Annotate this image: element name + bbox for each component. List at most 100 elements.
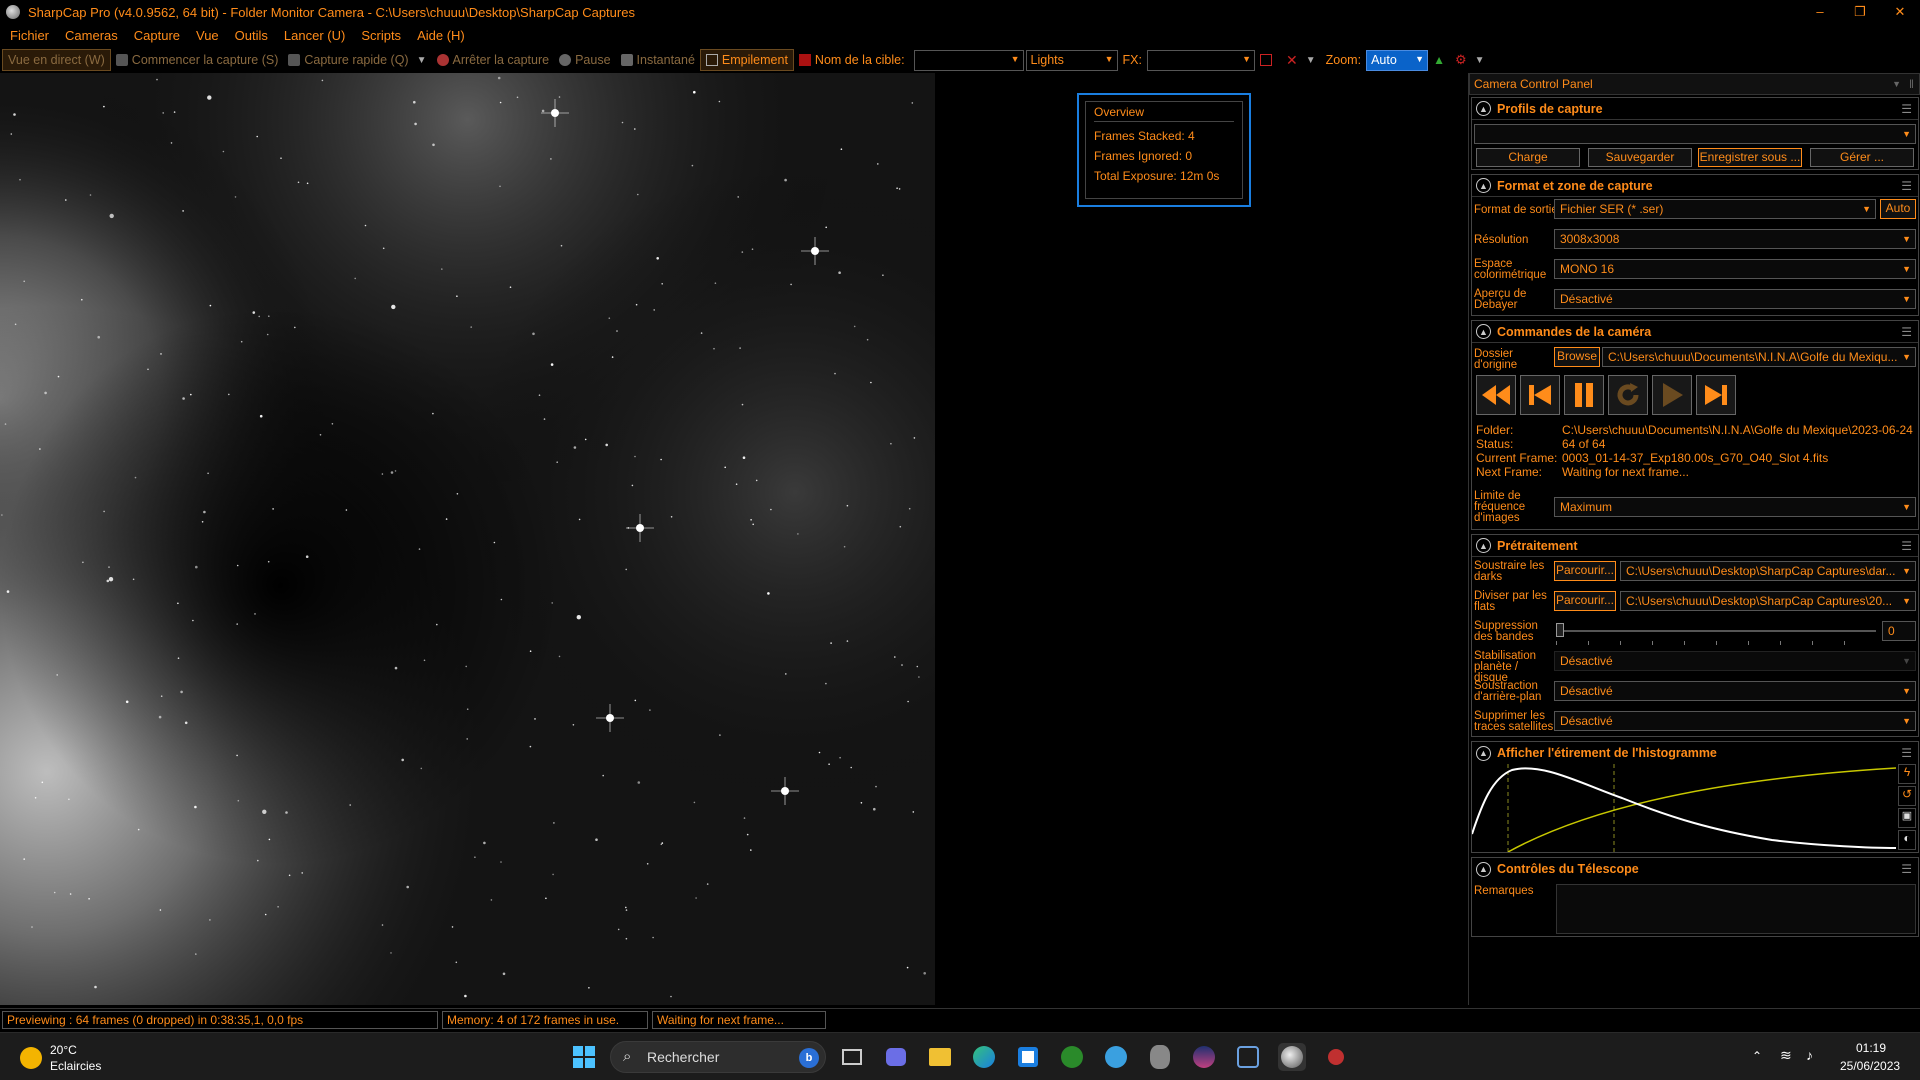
histogram-graph[interactable] [1472,764,1896,852]
chevron-up-icon[interactable]: ▲ [1476,745,1491,761]
pin-icon[interactable]: ‖ [1909,74,1914,94]
clock-date[interactable]: 25/06/2023 [1840,1059,1900,1073]
colorspace-select[interactable]: MONO 16 ▼ [1554,259,1916,279]
reload-button[interactable] [1608,375,1648,415]
teams-chat-icon[interactable] [882,1043,910,1071]
histogram-header[interactable]: ▲ Afficher l'étirement de l'histogramme … [1472,742,1918,764]
load-profile-button[interactable]: Charge [1476,148,1580,167]
chevron-up-icon[interactable]: ▲ [1476,861,1491,877]
preprocessing-header[interactable]: ▲ Prétraitement ☰ [1472,535,1918,557]
live-view-button[interactable]: Vue en direct (W) [2,49,111,71]
format-header[interactable]: ▲ Format et zone de capture ☰ [1472,175,1918,197]
stellarium-icon[interactable] [1190,1043,1218,1071]
chevron-down-icon[interactable]: ▼ [1892,74,1901,94]
banding-slider-thumb[interactable] [1556,623,1564,637]
menu-scripts[interactable]: Scripts [353,28,409,43]
menu-lancer[interactable]: Lancer (U) [276,28,353,43]
menu-capture[interactable]: Capture [126,28,188,43]
source-folder-select[interactable]: C:\Users\chuuu\Documents\N.I.N.A\Golfe d… [1602,347,1916,367]
banding-slider[interactable] [1556,623,1876,647]
chevron-down-icon[interactable]: ▼ [1306,55,1316,66]
reset-icon[interactable]: ↺ [1898,786,1916,806]
wifi-icon[interactable]: ≋ [1780,1047,1792,1064]
windows-start-icon[interactable] [570,1043,598,1071]
contrast-icon[interactable]: ◐ [1898,830,1916,850]
resolution-select[interactable]: 3008x3008 ▼ [1554,229,1916,249]
tray-overflow-icon[interactable]: ⌃ [1752,1049,1762,1063]
framerate-limit-select[interactable]: Maximum ▼ [1554,497,1916,517]
chevron-up-icon[interactable]: ▲ [1476,538,1491,553]
sharpcap-taskbar-icon[interactable] [1278,1043,1306,1071]
fx-select[interactable]: ▼ [1147,49,1255,71]
task-view-icon[interactable] [838,1043,866,1071]
crosshair-button[interactable]: ✕ ▼ [1281,49,1321,71]
clock-time[interactable]: 01:19 [1856,1041,1886,1055]
nina-icon[interactable] [1234,1043,1262,1071]
manage-profiles-button[interactable]: Gérer ... [1810,148,1914,167]
frame-type-select[interactable]: Lights ▼ [1025,49,1118,71]
minimize-button[interactable]: – [1800,0,1840,24]
chevron-up-icon[interactable]: ▲ [1476,178,1491,193]
hamburger-menu-icon[interactable]: ☰ [1901,179,1912,193]
menu-outils[interactable]: Outils [227,28,276,43]
menu-fichier[interactable]: Fichier [2,28,57,43]
pause-button[interactable]: Pause [554,49,615,71]
bing-icon[interactable]: b [799,1048,819,1068]
background-subtraction-select[interactable]: Désactivé ▼ [1554,681,1916,701]
image-preview[interactable] [0,73,935,1005]
start-capture-button[interactable]: Commencer la capture (S) [111,49,284,71]
lightning-icon[interactable]: ϟ [1898,764,1916,784]
taskbar-search[interactable]: ⌕ Rechercher b [610,1041,826,1073]
chevron-up-icon[interactable]: ▲ [1476,324,1491,339]
stabilisation-select[interactable]: Désactivé ▼ [1554,651,1916,671]
stop-capture-button[interactable]: Arrêter la capture [432,49,555,71]
phd2-icon[interactable] [1146,1043,1174,1071]
close-button[interactable]: ✕ [1880,0,1920,24]
microsoft-store-icon[interactable] [1014,1043,1042,1071]
auto-format-button[interactable]: Auto [1880,199,1916,219]
browse-folder-button[interactable]: Browse [1554,347,1600,367]
banding-value-input[interactable]: 0 [1882,621,1916,641]
stacking-button[interactable]: Empilement [699,49,794,71]
flats-path-select[interactable]: C:\Users\chuuu\Desktop\SharpCap Captures… [1620,591,1916,611]
chevron-down-icon[interactable]: ▼ [417,55,427,66]
output-format-select[interactable]: Fichier SER (* .ser) ▼ [1554,199,1876,219]
target-name-combo[interactable]: ▼ [913,49,1024,71]
menu-aide[interactable]: Aide (H) [409,28,473,43]
hamburger-menu-icon[interactable]: ☰ [1901,862,1912,876]
darks-path-select[interactable]: C:\Users\chuuu\Desktop\SharpCap Captures… [1620,561,1916,581]
zoom-select[interactable]: Auto ▼ [1366,49,1429,71]
chevron-up-icon[interactable]: ▲ [1476,101,1491,116]
green-app-icon[interactable] [1058,1043,1086,1071]
menu-cameras[interactable]: Cameras [57,28,126,43]
previous-frame-button[interactable] [1520,375,1560,415]
save-icon[interactable]: ▣ [1898,808,1916,828]
hamburger-menu-icon[interactable]: ☰ [1901,746,1912,760]
telescope-header[interactable]: ▲ Contrôles du Télescope ☰ [1472,858,1918,880]
weather-widget[interactable]: 20°C Eclaircies [18,1041,138,1075]
red-app-icon[interactable] [1322,1043,1350,1071]
save-as-profile-button[interactable]: Enregistrer sous ... [1698,148,1802,167]
restore-button[interactable]: ❐ [1840,0,1880,24]
last-frame-button[interactable] [1696,375,1736,415]
save-profile-button[interactable]: Sauvegarder [1588,148,1692,167]
satellite-trails-select[interactable]: Désactivé ▼ [1554,711,1916,731]
notes-textarea[interactable] [1556,884,1916,934]
blue-app-icon[interactable] [1102,1043,1130,1071]
darks-browse-button[interactable]: Parcourir... [1554,561,1616,581]
quick-capture-button[interactable]: Capture rapide (Q) ▼ [283,49,431,71]
settings-button[interactable]: ⚙ ▼ [1450,49,1490,71]
file-explorer-icon[interactable] [926,1043,954,1071]
flats-browse-button[interactable]: Parcourir... [1554,591,1616,611]
snapshot-button[interactable]: Instantané [616,49,700,71]
play-button[interactable] [1652,375,1692,415]
debayer-select[interactable]: Désactivé ▼ [1554,289,1916,309]
volume-icon[interactable]: ♪ [1806,1047,1813,1063]
profile-select[interactable]: ▼ [1474,124,1916,144]
chevron-down-icon[interactable]: ▼ [1475,55,1485,66]
hamburger-menu-icon[interactable]: ☰ [1901,539,1912,553]
hamburger-menu-icon[interactable]: ☰ [1901,102,1912,116]
camera-controls-header[interactable]: ▲ Commandes de la caméra ☰ [1472,321,1918,343]
menu-vue[interactable]: Vue [188,28,227,43]
pause-playback-button[interactable] [1564,375,1604,415]
